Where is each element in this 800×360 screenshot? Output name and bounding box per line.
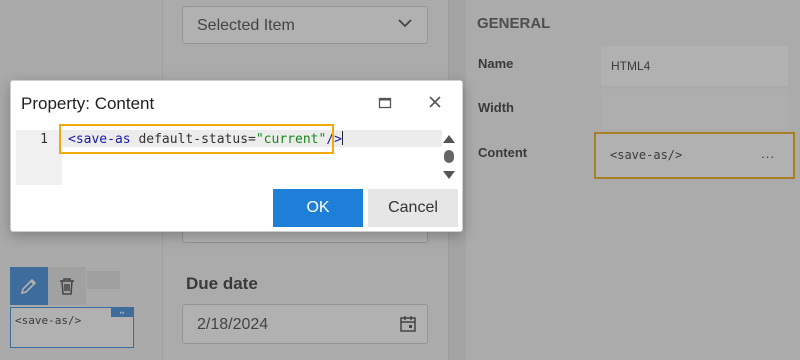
property-dialog: Property: Content 1 <save-as default-sta… [10, 80, 463, 232]
maximize-icon[interactable] [378, 96, 392, 110]
cancel-button[interactable]: Cancel [368, 189, 458, 227]
scroll-down-arrow-icon[interactable] [443, 171, 455, 179]
code-editor[interactable]: 1 <save-as default-status="current"/> [16, 124, 457, 185]
line-number: 1 [40, 132, 48, 147]
dialog-title: Property: Content [21, 94, 155, 113]
scroll-up-arrow-icon[interactable] [443, 135, 455, 143]
scrollbar-thumb[interactable] [444, 150, 454, 163]
ok-button[interactable]: OK [273, 189, 363, 227]
code-highlight-box [59, 124, 334, 154]
close-icon[interactable] [428, 95, 442, 109]
editor-gutter: 1 [16, 130, 62, 185]
text-cursor [341, 131, 343, 145]
